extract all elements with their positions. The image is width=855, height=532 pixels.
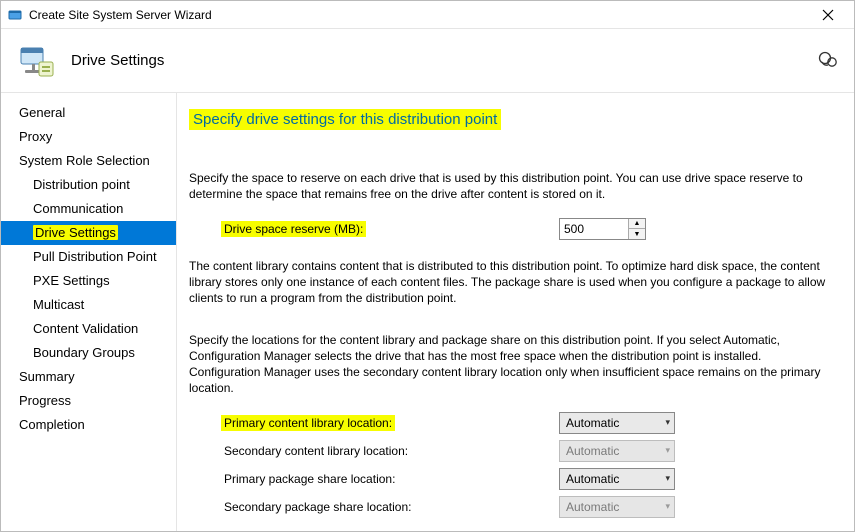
nav-item-drive-settings[interactable]: Drive Settings bbox=[1, 221, 176, 245]
location-value: Automatic bbox=[566, 500, 619, 514]
titlebar: Create Site System Server Wizard bbox=[1, 1, 854, 29]
drive-space-row: Drive space reserve (MB): ▲ ▼ bbox=[189, 218, 836, 240]
nav-item-summary[interactable]: Summary bbox=[1, 365, 176, 389]
location-row: Secondary package share location: Automat… bbox=[189, 496, 836, 518]
wizard-nav: GeneralProxySystem Role SelectionDistrib… bbox=[1, 93, 177, 532]
chevron-down-icon: ▾ bbox=[665, 417, 670, 428]
location-select: Automatic ▾ bbox=[559, 440, 675, 462]
spinner-down-button[interactable]: ▼ bbox=[629, 229, 645, 239]
nav-item-label: Drive Settings bbox=[33, 225, 118, 240]
close-button[interactable] bbox=[808, 1, 848, 29]
server-icon bbox=[15, 40, 57, 82]
library-info-text: The content library contains content tha… bbox=[189, 258, 836, 306]
location-select[interactable]: Automatic ▾ bbox=[559, 412, 675, 434]
location-label: Secondary content library location: bbox=[221, 443, 411, 459]
location-label: Primary content library location: bbox=[221, 415, 395, 431]
location-row: Secondary content library location: Autom… bbox=[189, 440, 836, 462]
location-label: Secondary package share location: bbox=[221, 499, 414, 515]
nav-item-proxy[interactable]: Proxy bbox=[1, 125, 176, 149]
nav-item-distribution-point[interactable]: Distribution point bbox=[1, 173, 176, 197]
chevron-down-icon: ▾ bbox=[665, 501, 670, 512]
nav-item-pull-distribution-point[interactable]: Pull Distribution Point bbox=[1, 245, 176, 269]
nav-item-boundary-groups[interactable]: Boundary Groups bbox=[1, 341, 176, 365]
nav-item-pxe-settings[interactable]: PXE Settings bbox=[1, 269, 176, 293]
nav-item-communication[interactable]: Communication bbox=[1, 197, 176, 221]
nav-item-system-role-selection[interactable]: System Role Selection bbox=[1, 149, 176, 173]
location-select[interactable]: Automatic ▾ bbox=[559, 468, 675, 490]
feedback-icon[interactable] bbox=[816, 49, 840, 73]
nav-item-general[interactable]: General bbox=[1, 101, 176, 125]
intro-text: Specify the space to reserve on each dri… bbox=[189, 170, 836, 202]
window-title: Create Site System Server Wizard bbox=[29, 8, 808, 22]
location-row: Primary content library location: Automat… bbox=[189, 412, 836, 434]
drive-space-spinner[interactable]: ▲ ▼ bbox=[559, 218, 646, 240]
location-select: Automatic ▾ bbox=[559, 496, 675, 518]
nav-item-multicast[interactable]: Multicast bbox=[1, 293, 176, 317]
wizard-window: Create Site System Server Wizard Drive S… bbox=[0, 0, 855, 532]
drive-space-input[interactable] bbox=[560, 220, 628, 238]
nav-item-content-validation[interactable]: Content Validation bbox=[1, 317, 176, 341]
location-value: Automatic bbox=[566, 444, 619, 458]
nav-item-progress[interactable]: Progress bbox=[1, 389, 176, 413]
chevron-down-icon: ▾ bbox=[665, 473, 670, 484]
location-value: Automatic bbox=[566, 416, 619, 430]
drive-space-label: Drive space reserve (MB): bbox=[221, 221, 366, 237]
wizard-content: Specify drive settings for this distribu… bbox=[177, 93, 854, 532]
location-label: Primary package share location: bbox=[221, 471, 398, 487]
nav-item-completion[interactable]: Completion bbox=[1, 413, 176, 437]
page-title: Specify drive settings for this distribu… bbox=[189, 109, 501, 130]
wizard-header: Drive Settings bbox=[1, 29, 854, 93]
spinner-up-button[interactable]: ▲ bbox=[629, 219, 645, 229]
location-info-text: Specify the locations for the content li… bbox=[189, 332, 836, 396]
location-value: Automatic bbox=[566, 472, 619, 486]
page-header-title: Drive Settings bbox=[71, 52, 164, 69]
location-row: Primary package share location: Automatic… bbox=[189, 468, 836, 490]
app-icon bbox=[7, 7, 23, 23]
chevron-down-icon: ▾ bbox=[665, 445, 670, 456]
